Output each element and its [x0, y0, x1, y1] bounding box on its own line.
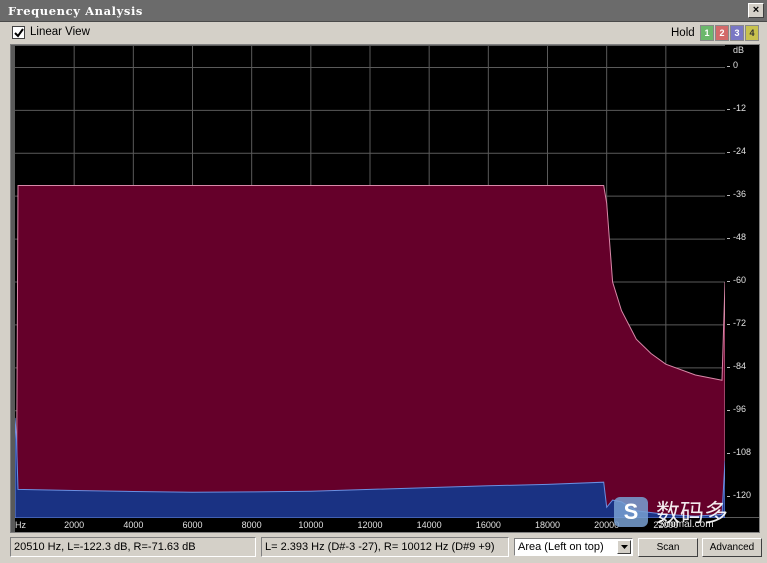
- y-tick: [727, 409, 730, 411]
- x-tick-label: 20000: [594, 520, 620, 530]
- y-tick: [727, 452, 730, 454]
- y-tick-label: -84: [733, 360, 747, 371]
- close-button[interactable]: ×: [748, 3, 764, 18]
- y-tick: [727, 495, 730, 497]
- y-tick: [727, 366, 730, 368]
- x-tick-label: 10000: [298, 520, 324, 530]
- hold-label: Hold: [671, 27, 695, 39]
- hold-button-2[interactable]: 2: [715, 25, 729, 41]
- y-tick-label: -108: [733, 446, 752, 457]
- scan-button[interactable]: Scan: [638, 538, 698, 557]
- check-icon: [14, 28, 24, 38]
- y-tick: [727, 152, 730, 154]
- x-tick-label: 12000: [357, 520, 383, 530]
- x-tick-label: 18000: [534, 520, 561, 530]
- advanced-button[interactable]: Advanced: [702, 538, 762, 557]
- chevron-down-icon[interactable]: [617, 540, 631, 554]
- x-tick-label: 6000: [182, 520, 203, 530]
- linear-view-label[interactable]: Linear View: [30, 26, 90, 38]
- hold-button-3[interactable]: 3: [730, 25, 744, 41]
- window-title: Frequency Analysis: [8, 4, 144, 18]
- series-area-1: [15, 185, 725, 518]
- y-tick-label: -96: [733, 403, 747, 414]
- y-tick-label: -120: [733, 489, 752, 500]
- spectrum-plot[interactable]: [15, 46, 725, 518]
- hold-button-4[interactable]: 4: [745, 25, 759, 41]
- x-axis: Hz 2000 4000 6000 8000 10000 12000 14000 16000 1…: [15, 518, 759, 532]
- y-tick: [727, 281, 730, 282]
- y-tick: [727, 238, 730, 240]
- x-tick-label: 2000: [64, 520, 85, 530]
- y-tick: [727, 323, 730, 325]
- x-tick-label: 22000: [653, 520, 679, 530]
- toolbar: Linear View Hold 1 2 3 4: [0, 22, 767, 44]
- linear-view-checkbox[interactable]: [12, 26, 25, 39]
- y-tick: [727, 66, 730, 68]
- x-tick-label: 16000: [475, 520, 501, 530]
- y-tick-label: -36: [733, 189, 747, 200]
- y-axis-unit: dB: [733, 45, 745, 55]
- hold-button-1[interactable]: 1: [700, 25, 714, 41]
- x-axis-unit: Hz: [15, 520, 26, 530]
- y-axis: dB 0 -12 -24 -36 -48 -60 -72 -84 -96 -108 -120: [725, 45, 759, 517]
- spectrum-panel: dB 0 -12 -24 -36 -48 -60 -72 -84 -96 -108 -120 Hz …: [10, 44, 760, 533]
- y-tick: [727, 195, 730, 197]
- y-tick-label: -72: [733, 317, 747, 328]
- y-tick: [727, 109, 730, 111]
- y-tick-label: -48: [733, 232, 747, 243]
- statusbar: 20510 Hz, L=-122.3 dB, R=-71.63 dB L= 2.…: [0, 535, 767, 563]
- y-tick-label: -24: [733, 146, 747, 157]
- y-tick-label: -60: [733, 275, 747, 285]
- x-tick-label: 8000: [241, 520, 262, 530]
- y-tick-label: 0: [733, 60, 739, 71]
- window-titlebar[interactable]: Frequency Analysis ×: [0, 0, 767, 22]
- x-tick-label: 14000: [416, 520, 442, 530]
- display-mode-value: Area (Left on top): [518, 541, 604, 553]
- spectrum-chart: [15, 46, 725, 518]
- peak-readout: L= 2.393 Hz (D#-3 -27), R= 10012 Hz (D#9…: [261, 537, 509, 557]
- cursor-readout: 20510 Hz, L=-122.3 dB, R=-71.63 dB: [10, 537, 256, 557]
- x-tick-label: 4000: [123, 520, 144, 530]
- display-mode-select[interactable]: Area (Left on top): [514, 538, 633, 556]
- y-tick-label: -12: [733, 103, 747, 114]
